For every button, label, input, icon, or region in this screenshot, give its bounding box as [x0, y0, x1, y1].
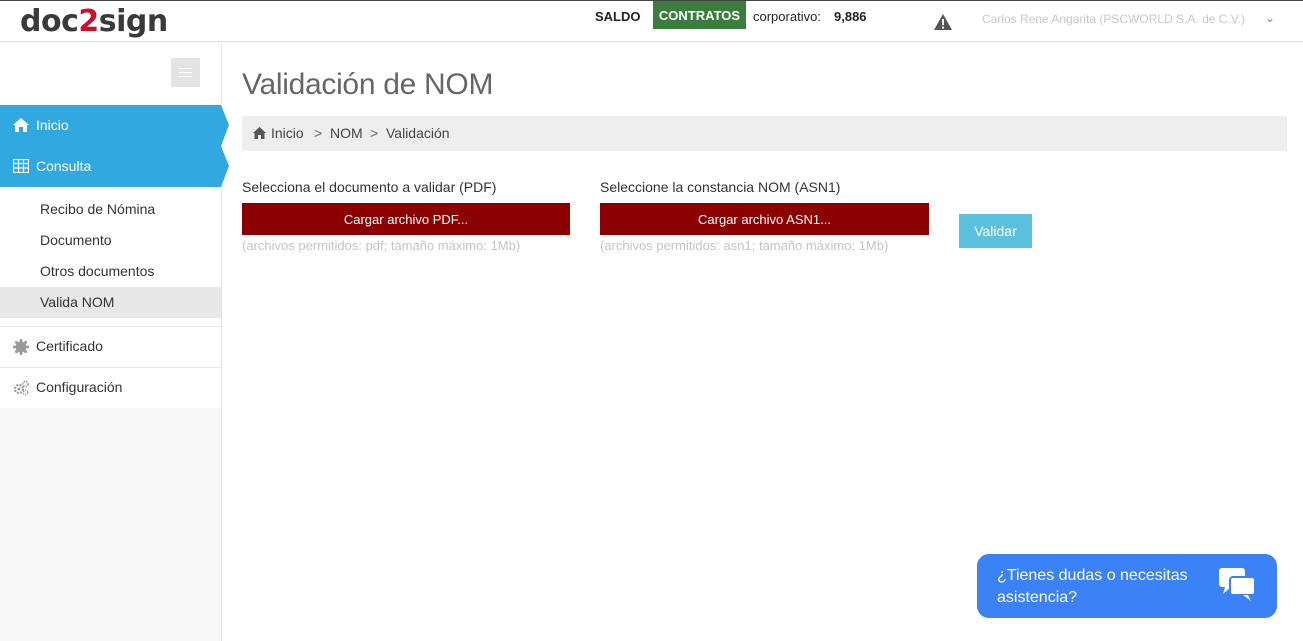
breadcrumb-separator: >: [370, 125, 379, 141]
chat-prompt-text: ¿Tienes dudas o necesitas asistencia?: [997, 567, 1188, 606]
breadcrumb-inicio[interactable]: Inicio: [271, 125, 304, 141]
upload-pdf-button[interactable]: Cargar archivo PDF...: [242, 203, 570, 235]
table-icon: [13, 159, 29, 173]
pdf-field-label: Selecciona el documento a validar (PDF): [242, 179, 497, 195]
breadcrumb: Inicio > NOM > Validación: [242, 116, 1287, 151]
sidebar-subitem-label: Otros documentos: [40, 263, 155, 279]
consulta-submenu: Recibo de Nómina Documento Otros documen…: [0, 187, 221, 327]
validar-button[interactable]: Validar: [959, 214, 1032, 248]
chat-bubbles-icon: [1219, 568, 1256, 601]
logo-suffix: sign: [98, 4, 168, 39]
logo-two: 2: [78, 4, 99, 39]
chat-widget[interactable]: ¿Tienes dudas o necesitas asistencia?: [977, 554, 1277, 618]
sidebar-item-configuracion[interactable]: Configuración: [0, 367, 221, 408]
sidebar-top: [0, 43, 221, 105]
sidebar-subitem-label: Valida NOM: [40, 294, 115, 310]
sidebar-subitem-label: Recibo de Nómina: [40, 201, 156, 217]
sidebar-item-label: Consulta: [36, 158, 92, 174]
logo-prefix: doc: [20, 4, 79, 39]
user-name[interactable]: Carlos Rene Angarita (PSCWORLD S.A. de C…: [982, 12, 1245, 26]
pdf-hint: (archivos permitidos: pdf; tamaño máximo…: [242, 238, 521, 253]
breadcrumb-nom[interactable]: NOM: [330, 125, 363, 141]
sidebar-item-inicio[interactable]: Inicio: [0, 105, 229, 146]
home-icon: [13, 118, 29, 132]
breadcrumb-separator: >: [314, 125, 323, 141]
top-bar: doc2sign SALDO CONTRATOS corporativo: 9,…: [0, 0, 1303, 42]
upload-asn1-button[interactable]: Cargar archivo ASN1...: [600, 203, 929, 235]
sidebar-item-label: Configuración: [36, 379, 123, 395]
chevron-down-icon[interactable]: ⌄: [1265, 11, 1275, 25]
sidebar-item-label: Inicio: [36, 117, 69, 133]
corporativo-label: corporativo:: [753, 9, 821, 24]
contratos-tab[interactable]: CONTRATOS: [653, 1, 746, 29]
saldo-label[interactable]: SALDO: [595, 9, 641, 24]
home-icon: [253, 127, 266, 139]
corporativo-value: 9,886: [834, 9, 867, 24]
sidebar-subitem-valida-nom[interactable]: Valida NOM: [0, 287, 221, 318]
hamburger-icon[interactable]: [171, 58, 200, 87]
sidebar-subitem-label: Documento: [40, 232, 112, 248]
sidebar-item-certificado[interactable]: Certificado: [0, 326, 221, 367]
sidebar-subitem-documento[interactable]: Documento: [0, 225, 221, 256]
certificate-icon: [13, 339, 29, 355]
warning-triangle-icon[interactable]: [934, 14, 952, 30]
page-title: Validación de NOM: [242, 68, 494, 101]
sidebar-subitem-recibo-nomina[interactable]: Recibo de Nómina: [0, 194, 221, 225]
gears-icon: [13, 380, 29, 396]
sidebar-item-label: Certificado: [36, 338, 103, 354]
sidebar-subitem-otros-documentos[interactable]: Otros documentos: [0, 256, 221, 287]
asn1-hint: (archivos permitidos: asn1; tamaño máxim…: [600, 238, 889, 253]
sidebar: Inicio Consulta Recibo de Nómina Documen…: [0, 43, 229, 641]
sidebar-item-consulta[interactable]: Consulta: [0, 146, 229, 187]
logo[interactable]: doc2sign: [20, 4, 168, 39]
asn1-field-label: Seleccione la constancia NOM (ASN1): [600, 179, 841, 195]
breadcrumb-validacion: Validación: [386, 125, 450, 141]
